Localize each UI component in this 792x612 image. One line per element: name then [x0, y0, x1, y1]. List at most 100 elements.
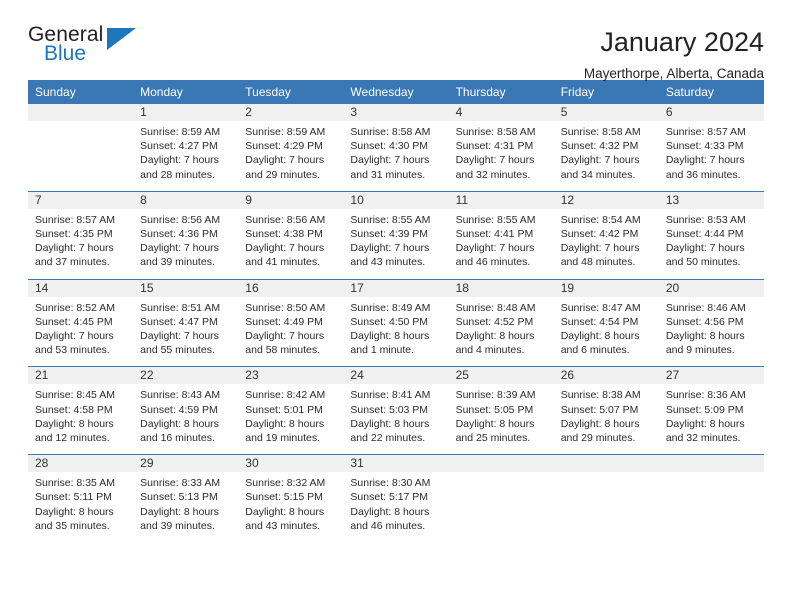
calendar-day-cell[interactable]: 9 Sunrise: 8:56 AM Sunset: 4:38 PM Daylight… [238, 190, 344, 280]
day-number: 18 [448, 279, 554, 297]
calendar-day-cell[interactable]: 22 Sunrise: 8:43 AM Sunset: 4:59 PM Dayligh… [133, 366, 239, 455]
daylight-text-line2: and 25 minutes. [455, 432, 531, 445]
daylight-text-line1: Daylight: 7 hours [35, 330, 114, 343]
day-details: Sunrise: 8:32 AM Sunset: 5:15 PM Daylight:… [238, 472, 343, 542]
weekday-header-monday: Monday [133, 80, 239, 104]
calendar-day-cell[interactable]: 16 Sunrise: 8:50 AM Sunset: 4:49 PM Dayligh… [238, 278, 344, 367]
sunrise-text: Sunrise: 8:57 AM [35, 213, 115, 226]
calendar-day-cell[interactable]: 12 Sunrise: 8:54 AM Sunset: 4:42 PM Dayligh… [553, 190, 659, 280]
sunset-text: Sunset: 5:01 PM [245, 403, 323, 416]
daylight-text-line2: and 37 minutes. [35, 256, 110, 269]
logo-text-blue: Blue [44, 42, 87, 65]
day-details: Sunrise: 8:57 AM Sunset: 4:33 PM Daylight:… [659, 121, 764, 191]
day-number: 26 [553, 367, 659, 385]
daylight-text-line2: and 43 minutes. [350, 256, 426, 269]
daylight-text-line2: and 46 minutes. [455, 256, 531, 269]
calendar-day-cell[interactable]: 25 Sunrise: 8:39 AM Sunset: 5:05 PM Dayligh… [448, 366, 554, 455]
sunset-text: Sunset: 5:17 PM [350, 491, 429, 504]
calendar-day-cell-empty [448, 454, 554, 543]
sunrise-text: Sunrise: 8:47 AM [560, 301, 641, 314]
calendar-day-cell[interactable]: 13 Sunrise: 8:53 AM Sunset: 4:44 PM Dayligh… [658, 190, 764, 280]
calendar-week-row: 1 Sunrise: 8:59 AM Sunset: 4:27 PM Daylight… [28, 104, 764, 192]
day-number: 1 [133, 104, 239, 121]
calendar-day-cell[interactable]: 28 Sunrise: 8:35 AM Sunset: 5:11 PM Dayligh… [28, 454, 134, 543]
sunrise-text: Sunrise: 8:51 AM [140, 301, 221, 314]
calendar-week-row: 7 Sunrise: 8:57 AM Sunset: 4:35 PM Daylight… [28, 190, 764, 280]
calendar-day-cell[interactable]: 24 Sunrise: 8:41 AM Sunset: 5:03 PM Dayligh… [343, 366, 449, 455]
calendar-day-cell[interactable]: 7 Sunrise: 8:57 AM Sunset: 4:35 PM Daylight… [28, 190, 134, 280]
sunrise-text: Sunrise: 8:33 AM [140, 477, 221, 490]
day-number: 22 [133, 367, 239, 385]
weekday-header-wednesday: Wednesday [343, 80, 449, 104]
calendar-day-cell[interactable]: 6 Sunrise: 8:57 AM Sunset: 4:33 PM Daylight… [658, 104, 764, 192]
calendar-day-cell[interactable]: 11 Sunrise: 8:55 AM Sunset: 4:41 PM Dayligh… [448, 190, 554, 280]
calendar-day-cell[interactable]: 5 Sunrise: 8:58 AM Sunset: 4:32 PM Daylight… [553, 104, 659, 192]
daylight-text-line1: Daylight: 7 hours [140, 154, 219, 167]
day-details: Sunrise: 8:38 AM Sunset: 5:07 PM Daylight:… [554, 384, 659, 454]
calendar-day-cell[interactable]: 3 Sunrise: 8:58 AM Sunset: 4:30 PM Daylight… [343, 104, 449, 192]
calendar-day-cell[interactable]: 21 Sunrise: 8:45 AM Sunset: 4:58 PM Dayligh… [28, 366, 134, 455]
calendar-day-cell-empty [658, 454, 764, 543]
day-number [553, 455, 659, 473]
day-number: 25 [448, 367, 554, 385]
page-subtitle: Mayerthorpe, Alberta, Canada [583, 66, 764, 81]
day-number: 3 [343, 104, 449, 121]
calendar-day-cell[interactable]: 15 Sunrise: 8:51 AM Sunset: 4:47 PM Dayligh… [133, 278, 239, 367]
calendar-day-cell[interactable]: 8 Sunrise: 8:56 AM Sunset: 4:36 PM Daylight… [133, 190, 239, 280]
daylight-text-line2: and 32 minutes. [455, 168, 531, 181]
calendar-day-cell[interactable]: 4 Sunrise: 8:58 AM Sunset: 4:31 PM Daylight… [448, 104, 554, 192]
daylight-text-line2: and 29 minutes. [560, 432, 636, 445]
day-details: Sunrise: 8:56 AM Sunset: 4:38 PM Daylight:… [238, 209, 343, 279]
calendar-day-cell[interactable]: 27 Sunrise: 8:36 AM Sunset: 5:09 PM Dayligh… [658, 366, 764, 455]
calendar-day-cell[interactable]: 29 Sunrise: 8:33 AM Sunset: 5:13 PM Dayligh… [133, 454, 239, 543]
page-header: General Blue January 2024 Mayerthorpe, A… [28, 0, 764, 82]
calendar-day-cell[interactable]: 31 Sunrise: 8:30 AM Sunset: 5:17 PM Dayligh… [343, 454, 449, 543]
day-details: Sunrise: 8:55 AM Sunset: 4:41 PM Daylight:… [449, 209, 554, 279]
sunrise-text: Sunrise: 8:48 AM [455, 301, 536, 314]
sunset-text: Sunset: 4:50 PM [350, 315, 429, 328]
calendar-day-cell[interactable]: 10 Sunrise: 8:55 AM Sunset: 4:39 PM Dayligh… [343, 190, 449, 280]
daylight-text-line2: and 58 minutes. [245, 344, 320, 357]
daylight-text-line1: Daylight: 7 hours [245, 242, 325, 255]
day-details: Sunrise: 8:45 AM Sunset: 4:58 PM Daylight:… [28, 384, 133, 454]
daylight-text-line1: Daylight: 7 hours [665, 242, 745, 255]
sunset-text: Sunset: 4:36 PM [140, 228, 218, 241]
sunrise-text: Sunrise: 8:56 AM [140, 213, 221, 226]
daylight-text-line2: and 28 minutes. [140, 168, 215, 181]
sunset-text: Sunset: 5:15 PM [245, 491, 323, 504]
day-details: Sunrise: 8:43 AM Sunset: 4:59 PM Daylight:… [133, 384, 238, 454]
general-blue-logo[interactable]: General Blue [28, 24, 148, 70]
daylight-text-line1: Daylight: 8 hours [560, 417, 640, 430]
day-number: 5 [553, 104, 659, 121]
calendar-day-cell[interactable]: 23 Sunrise: 8:42 AM Sunset: 5:01 PM Dayligh… [238, 366, 344, 455]
calendar-day-cell[interactable]: 26 Sunrise: 8:38 AM Sunset: 5:07 PM Dayligh… [553, 366, 659, 455]
sunrise-text: Sunrise: 8:49 AM [350, 301, 431, 314]
daylight-text-line1: Daylight: 7 hours [35, 242, 114, 255]
sunrise-text: Sunrise: 8:41 AM [350, 389, 431, 402]
daylight-text-line1: Daylight: 7 hours [455, 154, 535, 167]
daylight-text-line2: and 6 minutes. [560, 344, 630, 357]
calendar-day-cell[interactable]: 18 Sunrise: 8:48 AM Sunset: 4:52 PM Dayligh… [448, 278, 554, 367]
calendar-day-cell[interactable]: 17 Sunrise: 8:49 AM Sunset: 4:50 PM Dayligh… [343, 278, 449, 367]
calendar-week-row: 21 Sunrise: 8:45 AM Sunset: 4:58 PM Dayligh… [28, 366, 764, 455]
day-details: Sunrise: 8:35 AM Sunset: 5:11 PM Daylight:… [28, 472, 133, 542]
daylight-text-line1: Daylight: 8 hours [245, 505, 325, 518]
calendar-day-cell[interactable]: 14 Sunrise: 8:52 AM Sunset: 4:45 PM Dayligh… [28, 278, 134, 367]
day-number: 20 [658, 279, 764, 297]
day-details: Sunrise: 8:33 AM Sunset: 5:13 PM Daylight:… [133, 472, 238, 542]
sunrise-text: Sunrise: 8:56 AM [245, 213, 326, 226]
sunset-text: Sunset: 4:52 PM [455, 315, 534, 328]
daylight-text-line2: and 55 minutes. [140, 344, 215, 357]
day-details: Sunrise: 8:39 AM Sunset: 5:05 PM Daylight:… [449, 384, 554, 454]
daylight-text-line1: Daylight: 7 hours [455, 242, 535, 255]
calendar-day-cell[interactable]: 20 Sunrise: 8:46 AM Sunset: 4:56 PM Dayligh… [658, 278, 764, 367]
calendar-table: Sunday Monday Tuesday Wednesday Thursday… [28, 80, 764, 543]
day-number: 17 [343, 279, 449, 297]
calendar-day-cell[interactable]: 1 Sunrise: 8:59 AM Sunset: 4:27 PM Daylight… [133, 104, 239, 192]
sunset-text: Sunset: 4:45 PM [35, 315, 113, 328]
calendar-page: General Blue January 2024 Mayerthorpe, A… [0, 0, 792, 612]
sunrise-text: Sunrise: 8:46 AM [665, 301, 746, 314]
calendar-day-cell[interactable]: 19 Sunrise: 8:47 AM Sunset: 4:54 PM Dayligh… [553, 278, 659, 367]
calendar-day-cell[interactable]: 2 Sunrise: 8:59 AM Sunset: 4:29 PM Daylight… [238, 104, 344, 192]
calendar-day-cell[interactable]: 30 Sunrise: 8:32 AM Sunset: 5:15 PM Dayligh… [238, 454, 344, 543]
